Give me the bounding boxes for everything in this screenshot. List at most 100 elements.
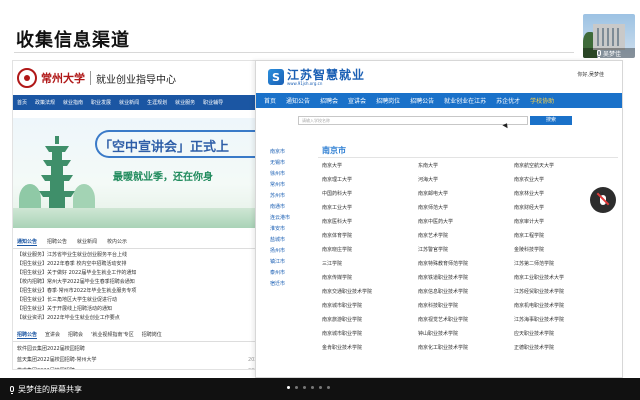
school-link[interactable]: 南京城市职业学院 [322, 327, 418, 341]
school-link[interactable]: 南京机电职业技术学院 [514, 299, 610, 313]
mute-microphone-button[interactable] [590, 187, 616, 213]
city-link[interactable]: 无锡市 [270, 158, 296, 169]
school-link[interactable]: 南京艺术学院 [418, 229, 514, 243]
school-link[interactable]: 南京传媒学院 [322, 271, 418, 285]
czu-nav-item[interactable]: 政策法规 [35, 99, 55, 106]
school-link[interactable]: 南京师范大学 [418, 201, 514, 215]
school-link[interactable]: 南京视觉艺术职业学院 [418, 313, 514, 327]
city-link[interactable]: 南京市 [270, 147, 296, 158]
czu-recruit-tab[interactable]: 招聘公告 [17, 331, 38, 339]
school-link[interactable]: 南京化工职业技术学院 [418, 341, 514, 355]
czu-banner[interactable]: 「空中宣讲会」正式上 最暖就业季，还在你身 [13, 118, 281, 228]
city-link[interactable]: 宿迁市 [270, 279, 296, 290]
js-user-greeting[interactable]: 你好,吴梦佳 [577, 71, 604, 78]
school-search-input[interactable]: 请输入学校名称 [298, 116, 528, 125]
page-dot[interactable] [287, 386, 290, 389]
school-link[interactable]: 南京大学 [322, 159, 418, 173]
city-link[interactable]: 扬州市 [270, 246, 296, 257]
czu-recruit-tab[interactable]: 招聘岗位 [142, 331, 162, 339]
czu-news-tab[interactable]: 校内公示 [107, 238, 127, 246]
czu-recruit-tab[interactable]: 宣讲会 [45, 331, 60, 339]
school-link[interactable]: 正德职业技术学院 [514, 341, 610, 355]
city-link[interactable]: 盐城市 [270, 235, 296, 246]
school-link[interactable]: 南京工业大学 [322, 201, 418, 215]
school-link[interactable]: 南京工业职业技术大学 [514, 271, 610, 285]
czu-nav-item[interactable]: 职业发展 [91, 99, 111, 106]
czu-news-tab[interactable]: 就业新闻 [77, 238, 97, 246]
school-link[interactable]: 南京旅游职业学院 [322, 313, 418, 327]
school-link[interactable]: 钟山职业技术学院 [418, 327, 514, 341]
czu-news-item[interactable]: 【招生就业】关于开展线上招聘活动的通知 [17, 305, 277, 314]
czu-nav-item[interactable]: 职业辅导 [203, 99, 223, 106]
js-nav-item[interactable]: 苏企优才 [496, 96, 520, 105]
city-link[interactable]: 淮安市 [270, 224, 296, 235]
page-dot[interactable] [327, 386, 330, 389]
czu-news-item[interactable]: 【招生就业】2022年春季 校内空中招聘活动安排 [17, 260, 277, 269]
city-link[interactable]: 徐州市 [270, 169, 296, 180]
school-link[interactable]: 南京中医药大学 [418, 215, 514, 229]
participant-video[interactable]: 吴梦佳 [583, 14, 635, 58]
js-nav-item[interactable]: 学校协助 [530, 96, 554, 105]
city-link[interactable]: 泰州市 [270, 268, 296, 279]
school-link[interactable]: 江苏警官学院 [418, 243, 514, 257]
czu-news-tab[interactable]: 通知公告 [17, 238, 38, 246]
school-link[interactable]: 应天职业技术学院 [514, 327, 610, 341]
czu-news-item[interactable]: 【就业服务】江苏省毕业生就业创业服务平台上线 [17, 251, 277, 260]
czu-nav-item[interactable]: 生涯规划 [147, 99, 167, 106]
czu-recruit-item[interactable]: 横盛集团2022届校园招聘2022-04-25 [17, 366, 277, 369]
school-link[interactable]: 三江学院 [322, 257, 418, 271]
school-link[interactable]: 河海大学 [418, 173, 514, 187]
school-link[interactable]: 南京特殊教育师范学院 [418, 257, 514, 271]
city-link[interactable]: 连云港市 [270, 213, 296, 224]
school-link[interactable]: 南京晓庄学院 [322, 243, 418, 257]
school-link[interactable]: 南京航空航天大学 [514, 159, 610, 173]
czu-recruit-item[interactable]: 软件园云集团2022届校园招聘 [17, 344, 277, 355]
school-link[interactable]: 江苏第二师范学院 [514, 257, 610, 271]
school-link[interactable]: 南京邮电大学 [418, 187, 514, 201]
czu-nav-item[interactable]: 首页 [17, 99, 27, 106]
school-link[interactable]: 南京理工大学 [322, 173, 418, 187]
school-link[interactable]: 南京交通职业技术学院 [322, 285, 418, 299]
js-nav-item[interactable]: 宣讲会 [348, 96, 366, 105]
school-link[interactable]: 南京科技职业学院 [418, 299, 514, 313]
school-link[interactable]: 南京城市职业学院 [322, 299, 418, 313]
js-nav-item[interactable]: 招聘岗位 [376, 96, 400, 105]
city-link[interactable]: 南通市 [270, 202, 296, 213]
czu-news-item[interactable]: 【招生就业】关于做好 2022届毕业生就业工作的通知 [17, 269, 277, 278]
school-link[interactable]: 中国药科大学 [322, 187, 418, 201]
school-link[interactable]: 南京农业大学 [514, 173, 610, 187]
page-dot[interactable] [319, 386, 322, 389]
czu-news-item[interactable]: 【招生就业】春季·常州市2022年毕业生就业服务专项 [17, 287, 277, 296]
school-link[interactable]: 金陵科技学院 [514, 243, 610, 257]
czu-news-item[interactable]: 【就业资讯】2022年毕业生就业创业工作要点 [17, 314, 277, 323]
czu-news-tab[interactable]: 招聘公告 [47, 238, 67, 246]
city-link[interactable]: 苏州市 [270, 191, 296, 202]
czu-recruit-tab[interactable]: '就业视频指南'专区 [91, 331, 134, 339]
school-link[interactable]: 南京医科大学 [322, 215, 418, 229]
czu-news-item[interactable]: 【校内招聘】常州大学2022届毕业生春季招聘会通知 [17, 278, 277, 287]
js-nav-item[interactable]: 招聘会 [320, 96, 338, 105]
city-link[interactable]: 镇江市 [270, 257, 296, 268]
czu-recruit-item[interactable]: 蓝天集团2022届校园招聘-常州大学2022-04-26 [17, 355, 277, 366]
search-button[interactable]: 搜索 [530, 116, 572, 125]
js-logo[interactable]: 江苏智慧就业 www.91jsh.org.cn [287, 69, 365, 86]
school-link[interactable]: 江苏经贸职业技术学院 [514, 285, 610, 299]
page-dot[interactable] [303, 386, 306, 389]
school-link[interactable]: 东南大学 [418, 159, 514, 173]
js-nav-item[interactable]: 通知公告 [286, 96, 310, 105]
czu-nav-item[interactable]: 就业指南 [63, 99, 83, 106]
czu-nav-item[interactable]: 就业服务 [175, 99, 195, 106]
js-nav-item[interactable]: 首页 [264, 96, 276, 105]
page-dot[interactable] [311, 386, 314, 389]
page-indicator[interactable] [287, 386, 330, 389]
school-link[interactable]: 金肯职业技术学院 [322, 341, 418, 355]
czu-recruit-tab[interactable]: 招聘会 [68, 331, 83, 339]
city-link[interactable]: 常州市 [270, 180, 296, 191]
school-link[interactable]: 南京工程学院 [514, 229, 610, 243]
school-link[interactable]: 南京信息职业技术学院 [418, 285, 514, 299]
czu-news-item[interactable]: 【招生就业】长三角地区大学生就业促进行动 [17, 296, 277, 305]
js-nav-item[interactable]: 招聘公告 [410, 96, 434, 105]
school-link[interactable]: 南京审计大学 [514, 215, 610, 229]
school-link[interactable]: 江苏海事职业技术学院 [514, 313, 610, 327]
school-link[interactable]: 南京体育学院 [322, 229, 418, 243]
